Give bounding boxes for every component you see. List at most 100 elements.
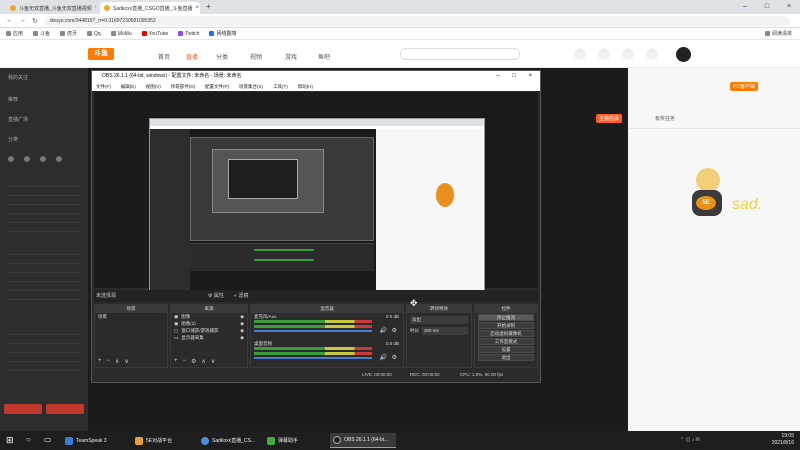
menu-docks[interactable]: 停靠部件(D) (171, 82, 195, 91)
add-icon[interactable]: + (174, 358, 178, 365)
nav-video[interactable]: 视频 (250, 52, 262, 61)
remove-icon[interactable]: − (107, 358, 111, 365)
remove-icon[interactable]: − (183, 358, 187, 365)
duration-field[interactable]: 300 ms (422, 327, 468, 335)
menu-scene-collection[interactable]: 场景集合(S) (239, 82, 263, 91)
reading-list[interactable]: 阅读清单 (764, 30, 792, 37)
visibility-icon[interactable]: ◉ (240, 320, 244, 327)
reload-icon[interactable]: ↻ (32, 17, 38, 25)
visibility-icon[interactable]: ◉ (240, 313, 244, 320)
bookmark[interactable]: Qq (87, 31, 101, 37)
tray-icons[interactable]: ⌃ ◫ ♪ ✉ (680, 437, 700, 443)
menu-help[interactable]: 帮助(H) (298, 82, 313, 91)
scene-item[interactable]: 场景 (95, 313, 167, 320)
sidebar-item-follow[interactable]: 我的关注 (8, 74, 28, 81)
nav-yuba[interactable]: 鱼吧 (318, 52, 330, 61)
gear-icon[interactable]: ⚙ (191, 358, 196, 365)
taskbar-app[interactable]: 5E对战平台 (132, 433, 198, 448)
visibility-icon[interactable]: ◉ (240, 334, 244, 341)
follow-icon[interactable] (622, 48, 634, 60)
browser-tab[interactable]: 斗鱼无双直播_斗鱼无双直播视频 × (6, 2, 96, 14)
search-icon[interactable]: ○ (26, 435, 37, 446)
gear-icon[interactable]: ⚙ (392, 327, 397, 334)
close-icon[interactable]: × (528, 71, 532, 82)
volume-slider[interactable] (254, 357, 372, 359)
source-item[interactable]: ▭ 显示器采集 ◉ (171, 334, 247, 341)
avatar[interactable] (676, 47, 691, 62)
speaker-icon[interactable]: 🔊 (380, 327, 387, 334)
douyu-logo[interactable]: 斗鱼 (88, 48, 114, 60)
menu-edit[interactable]: 编辑(E) (121, 82, 136, 91)
source-item[interactable]: ▢ 窗口捕获/游戏捕获 ◉ (171, 327, 247, 334)
taskbar-app[interactable]: Sadkoxx直播_CS... (198, 433, 264, 448)
sidebar-promo-button[interactable] (46, 404, 84, 414)
source-item[interactable]: ▣ 图像 ◉ (171, 313, 247, 320)
obs-preview[interactable] (94, 92, 538, 300)
upload-icon[interactable] (646, 48, 658, 60)
move-up-icon[interactable]: ∧ (115, 358, 119, 365)
nav-home[interactable]: 首页 (158, 52, 170, 61)
recruit-badge[interactable]: 主播招募 (596, 114, 623, 123)
history-icon[interactable] (574, 48, 586, 60)
gear-icon[interactable]: ⚙ (392, 354, 397, 361)
taskbar-app[interactable]: TeamSpeak 3 (62, 433, 132, 448)
windows-start-icon[interactable]: ⊞ (6, 435, 17, 446)
task-badge[interactable]: 有奖任务 (652, 114, 678, 123)
sidebar-category-grid[interactable] (8, 326, 80, 374)
close-window-icon[interactable]: × (778, 0, 800, 14)
search-input[interactable] (400, 48, 520, 60)
menu-profile[interactable]: 配置文件(P) (205, 82, 229, 91)
sidebar-category-grid[interactable] (8, 178, 80, 234)
bookmark[interactable]: MuMu (110, 31, 132, 37)
game-icon[interactable] (24, 156, 30, 162)
transition-select[interactable]: 淡出 (410, 316, 468, 324)
volume-slider[interactable] (254, 330, 372, 332)
message-icon[interactable] (598, 48, 610, 60)
speaker-icon[interactable]: 🔊 (380, 354, 387, 361)
minimize-icon[interactable]: – (734, 0, 756, 14)
video-icon[interactable] (56, 156, 62, 162)
nav-games[interactable]: 游戏 (285, 52, 297, 61)
new-tab-icon[interactable]: + (206, 2, 211, 11)
visibility-icon[interactable]: ◉ (240, 327, 244, 334)
move-down-icon[interactable]: ∨ (211, 358, 215, 365)
menu-tools[interactable]: 工具(T) (273, 82, 288, 91)
sidebar-promo-button[interactable] (4, 404, 42, 414)
bookmark[interactable]: 虎牙 (60, 30, 77, 37)
taskbar-app-active[interactable]: OBS 26.1.1 (64-bi... (330, 433, 396, 448)
close-icon[interactable]: × (95, 5, 96, 11)
exit-button[interactable]: 退出 (478, 354, 534, 361)
sidebar-item-square[interactable]: 直播广场 (8, 116, 28, 123)
menu-file[interactable]: 文件(F) (96, 82, 111, 91)
bookmark[interactable]: YouTube (141, 31, 168, 37)
taskbar-app[interactable]: 弹幕助手 (264, 433, 330, 448)
start-recording-button[interactable]: 开始录制 (478, 322, 534, 329)
studio-mode-button[interactable]: 工作室模式 (478, 338, 534, 345)
forward-icon[interactable]: → (19, 17, 26, 24)
star-icon[interactable] (40, 156, 46, 162)
maximize-icon[interactable]: □ (756, 0, 778, 14)
nav-live[interactable]: 直播 (186, 52, 198, 61)
hot-icon[interactable] (8, 156, 14, 162)
minimize-icon[interactable]: – (497, 71, 500, 82)
nav-category[interactable]: 分类 (216, 52, 228, 61)
move-up-icon[interactable]: ∧ (201, 358, 205, 365)
move-down-icon[interactable]: ∨ (124, 358, 128, 365)
sidebar-item-category[interactable]: 分类 (8, 136, 18, 143)
bookmark[interactable]: 斗鱼 (33, 30, 50, 37)
maximize-icon[interactable]: □ (512, 71, 516, 82)
bookmark[interactable]: Twitch (178, 31, 199, 37)
close-icon[interactable]: × (195, 5, 199, 11)
filters-button[interactable]: ◐ 滤镜 (234, 290, 248, 302)
properties-button[interactable]: ⚙ 属性 (208, 290, 224, 302)
back-icon[interactable]: ← (6, 17, 13, 24)
task-view-icon[interactable]: ▭ (44, 435, 55, 446)
add-icon[interactable]: + (98, 358, 102, 365)
bookmark[interactable]: 网络翻墙 (209, 30, 236, 37)
pc-client-badge[interactable]: PC客户端 (730, 82, 758, 91)
source-item[interactable]: ▣ 图像(2) ◉ (171, 320, 247, 327)
sidebar-item-recommend[interactable]: 推荐 (8, 96, 18, 103)
settings-button[interactable]: 设置 (478, 346, 534, 353)
menu-view[interactable]: 视图(V) (146, 82, 161, 91)
sidebar-category-grid[interactable] (8, 246, 80, 302)
